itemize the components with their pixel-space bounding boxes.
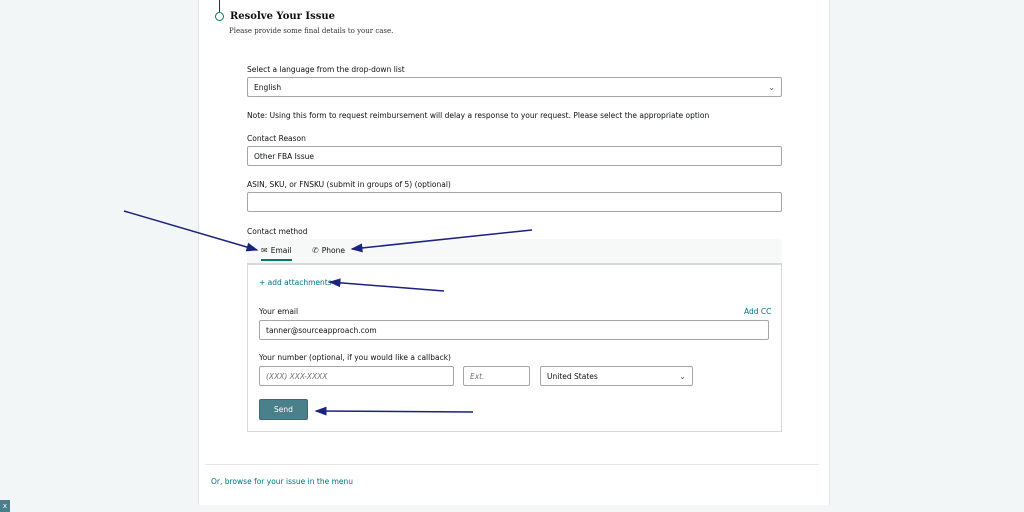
arrow-to-email-tab (123, 210, 259, 252)
arrow-to-send-button (314, 406, 474, 416)
annotation-arrows (123, 210, 533, 416)
arrow-to-add-attachments (328, 278, 445, 292)
arrow-to-phone-tab (350, 229, 533, 253)
